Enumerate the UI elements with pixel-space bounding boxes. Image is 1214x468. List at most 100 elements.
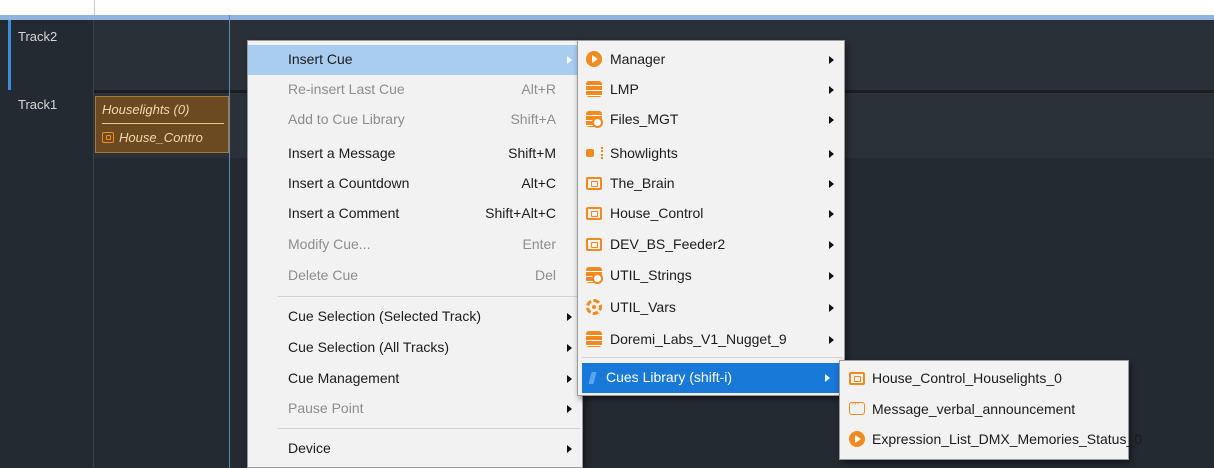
cue-block-subtitle-row: House_Contro bbox=[102, 130, 203, 145]
database-icon bbox=[586, 331, 602, 347]
insert-cue-submenu: Manager LMP Files_MGT Showlights The_Bra… bbox=[577, 40, 845, 396]
submenu-arrow-icon bbox=[567, 405, 572, 413]
track-label-track1[interactable]: Track1 bbox=[18, 97, 57, 112]
library-item-expression-list-dmx[interactable]: Expression_List_DMX_Memories_Status_0 bbox=[840, 425, 1142, 455]
menu-item-shortcut: Alt+C bbox=[521, 175, 556, 191]
submenu-arrow-icon bbox=[829, 86, 834, 94]
menu-item-shortcut: Shift+A bbox=[510, 111, 556, 127]
submenu-item-label: Cues Library (shift-i) bbox=[606, 369, 733, 385]
light-icon bbox=[586, 145, 603, 161]
submenu-item-label: Files_MGT bbox=[610, 111, 679, 127]
context-menu: Insert Cue Re-insert Last Cue Alt+R Add … bbox=[247, 40, 583, 468]
menu-item-device[interactable]: Device bbox=[248, 434, 582, 464]
submenu-item-label: Doremi_Labs_V1_Nugget_9 bbox=[610, 331, 787, 347]
submenu-arrow-icon bbox=[567, 313, 572, 321]
submenu-arrow-icon bbox=[829, 272, 834, 280]
play-circle-icon bbox=[586, 51, 602, 67]
menu-item-label: Cue Management bbox=[288, 370, 400, 386]
database-badge-icon bbox=[586, 111, 603, 128]
submenu-arrow-icon bbox=[829, 210, 834, 218]
menu-item-delete-cue[interactable]: Delete Cue Del bbox=[248, 261, 582, 291]
menu-item-shortcut: Shift+Alt+C bbox=[485, 205, 556, 221]
menu-item-reinsert-last-cue[interactable]: Re-insert Last Cue Alt+R bbox=[248, 75, 582, 105]
play-circle-icon bbox=[849, 431, 865, 447]
menu-item-insert-cue[interactable]: Insert Cue bbox=[248, 45, 582, 75]
track-header-column bbox=[0, 20, 94, 468]
library-item-label: House_Control_Houselights_0 bbox=[872, 370, 1062, 386]
track-selection-indicator bbox=[8, 20, 11, 90]
menu-item-label: Cue Selection (Selected Track) bbox=[288, 308, 481, 324]
library-item-label: Message_verbal_announcement bbox=[872, 401, 1076, 417]
menu-item-label: Delete Cue bbox=[288, 267, 359, 283]
menu-item-insert-countdown[interactable]: Insert a Countdown Alt+C bbox=[248, 169, 582, 199]
menu-item-shortcut: Enter bbox=[522, 236, 556, 252]
ruler-divider bbox=[94, 0, 95, 15]
playhead-line[interactable] bbox=[229, 15, 230, 468]
submenu-item-cues-library[interactable]: Cues Library (shift-i) bbox=[582, 363, 840, 393]
menu-item-label: Re-insert Last Cue bbox=[288, 81, 405, 97]
submenu-arrow-icon bbox=[567, 344, 572, 352]
library-item-house-control-houselights[interactable]: House_Control_Houselights_0 bbox=[840, 364, 1128, 394]
cue-block[interactable]: Houselights (0) House_Contro bbox=[95, 96, 229, 153]
message-icon bbox=[849, 398, 865, 415]
menu-item-pause-point[interactable]: Pause Point bbox=[248, 394, 582, 424]
submenu-item-showlights[interactable]: Showlights bbox=[578, 139, 844, 169]
submenu-arrow-icon bbox=[829, 241, 834, 249]
timeline-ruler bbox=[0, 0, 1214, 15]
submenu-item-lmp[interactable]: LMP bbox=[578, 75, 844, 105]
device-box-icon bbox=[586, 177, 602, 190]
menu-item-label: Insert Cue bbox=[288, 51, 353, 67]
submenu-arrow-icon bbox=[825, 374, 830, 382]
submenu-item-doremi-labs[interactable]: Doremi_Labs_V1_Nugget_9 bbox=[578, 325, 844, 355]
submenu-item-files-mgt[interactable]: Files_MGT bbox=[578, 105, 844, 135]
library-item-label: Expression_List_DMX_Memories_Status_0 bbox=[872, 431, 1143, 447]
submenu-item-the-brain[interactable]: The_Brain bbox=[578, 169, 844, 199]
menu-item-shortcut: Alt+R bbox=[521, 81, 556, 97]
submenu-arrow-icon bbox=[829, 304, 834, 312]
submenu-item-dev-bs-feeder2[interactable]: DEV_BS_Feeder2 bbox=[578, 230, 844, 260]
device-box-icon bbox=[586, 238, 602, 251]
menu-item-modify-cue[interactable]: Modify Cue... Enter bbox=[248, 230, 582, 260]
submenu-item-label: LMP bbox=[610, 81, 639, 97]
menu-item-label: Add to Cue Library bbox=[288, 111, 405, 127]
submenu-item-manager[interactable]: Manager bbox=[578, 45, 844, 75]
submenu-arrow-icon bbox=[829, 56, 834, 64]
cues-library-submenu: House_Control_Houselights_0 Message_verb… bbox=[839, 360, 1142, 460]
submenu-arrow-icon bbox=[567, 375, 572, 383]
device-box-icon bbox=[102, 132, 114, 143]
menu-item-cue-selection-selected-track[interactable]: Cue Selection (Selected Track) bbox=[248, 302, 582, 332]
submenu-arrow-icon bbox=[829, 180, 834, 188]
menu-item-label: Device bbox=[288, 440, 331, 456]
submenu-item-label: UTIL_Vars bbox=[610, 299, 676, 315]
submenu-arrow-icon bbox=[829, 336, 834, 344]
menu-item-shortcut: Shift+M bbox=[508, 145, 556, 161]
menu-item-add-to-cue-library[interactable]: Add to Cue Library Shift+A bbox=[248, 105, 582, 135]
submenu-arrow-icon bbox=[567, 56, 572, 64]
submenu-item-util-vars[interactable]: UTIL_Vars bbox=[578, 293, 844, 323]
database-badge-icon bbox=[586, 267, 603, 284]
menu-separator bbox=[278, 296, 580, 297]
menu-item-insert-comment[interactable]: Insert a Comment Shift+Alt+C bbox=[248, 199, 582, 229]
device-box-icon bbox=[586, 207, 602, 220]
menu-item-label: Modify Cue... bbox=[288, 236, 371, 252]
track-label-track2[interactable]: Track2 bbox=[18, 29, 57, 44]
menu-item-label: Pause Point bbox=[288, 400, 364, 416]
submenu-item-label: The_Brain bbox=[610, 175, 675, 191]
gear-icon bbox=[586, 299, 602, 315]
submenu-item-label: Showlights bbox=[610, 145, 678, 161]
cue-block-divider bbox=[102, 123, 224, 124]
library-item-message-verbal-announcement[interactable]: Message_verbal_announcement bbox=[840, 395, 1128, 425]
menu-item-label: Cue Selection (All Tracks) bbox=[288, 339, 450, 355]
submenu-arrow-icon bbox=[567, 445, 572, 453]
submenu-item-util-strings[interactable]: UTIL_Strings bbox=[578, 261, 844, 291]
submenu-arrow-icon bbox=[829, 116, 834, 124]
menu-item-cue-selection-all-tracks[interactable]: Cue Selection (All Tracks) bbox=[248, 333, 582, 363]
menu-item-insert-message[interactable]: Insert a Message Shift+M bbox=[248, 139, 582, 169]
submenu-item-label: Manager bbox=[610, 51, 666, 67]
menu-item-label: Insert a Countdown bbox=[288, 175, 410, 191]
submenu-item-house-control[interactable]: House_Control bbox=[578, 199, 844, 229]
menu-item-cue-management[interactable]: Cue Management bbox=[248, 364, 582, 394]
submenu-item-label: House_Control bbox=[610, 205, 704, 221]
submenu-item-label: UTIL_Strings bbox=[610, 267, 692, 283]
database-icon bbox=[586, 81, 602, 97]
